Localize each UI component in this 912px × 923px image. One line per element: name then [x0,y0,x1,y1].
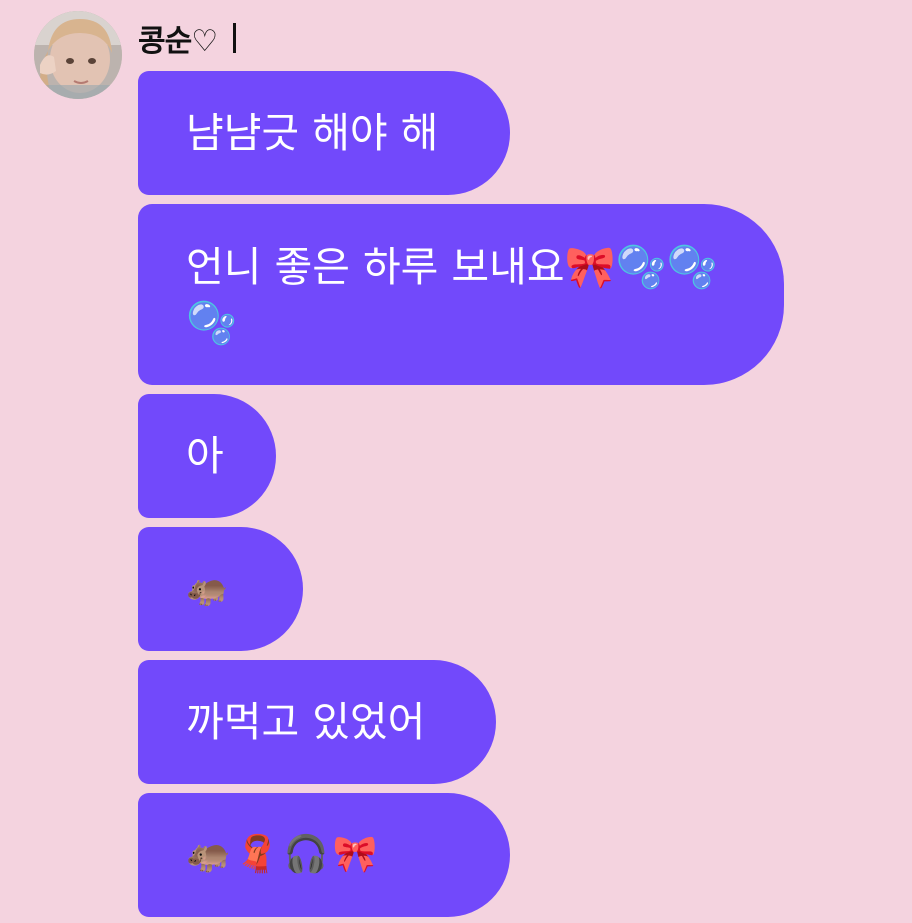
message-bubble[interactable]: 언니 좋은 하루 보내요🎀🫧🫧🫧 [138,204,784,385]
message-bubble[interactable]: 냠냠긋 해야 해 [138,71,510,195]
message-text: 냠냠긋 해야 해 [186,109,439,157]
message-text: 언니 좋은 하루 보내요🎀🫧🫧🫧 [186,242,718,347]
name-divider [233,23,237,53]
message-emoji: 🦛🧣🎧🎀 [186,834,382,875]
message-emoji: 🦛 [186,569,229,609]
sender-name: 콩순♡ [138,24,218,59]
avatar[interactable] [34,11,122,99]
message-bubble[interactable]: 🦛🧣🎧🎀 [138,793,510,917]
message-text: 까먹고 있었어 [186,698,426,746]
message-bubble[interactable]: 까먹고 있었어 [138,660,496,784]
avatar-photo [34,11,122,99]
sender-header: 콩순♡ [138,16,237,60]
message-bubble[interactable]: 🦛 [138,527,303,651]
message-text: 아 [186,432,224,480]
message-bubble[interactable]: 아 [138,394,276,518]
